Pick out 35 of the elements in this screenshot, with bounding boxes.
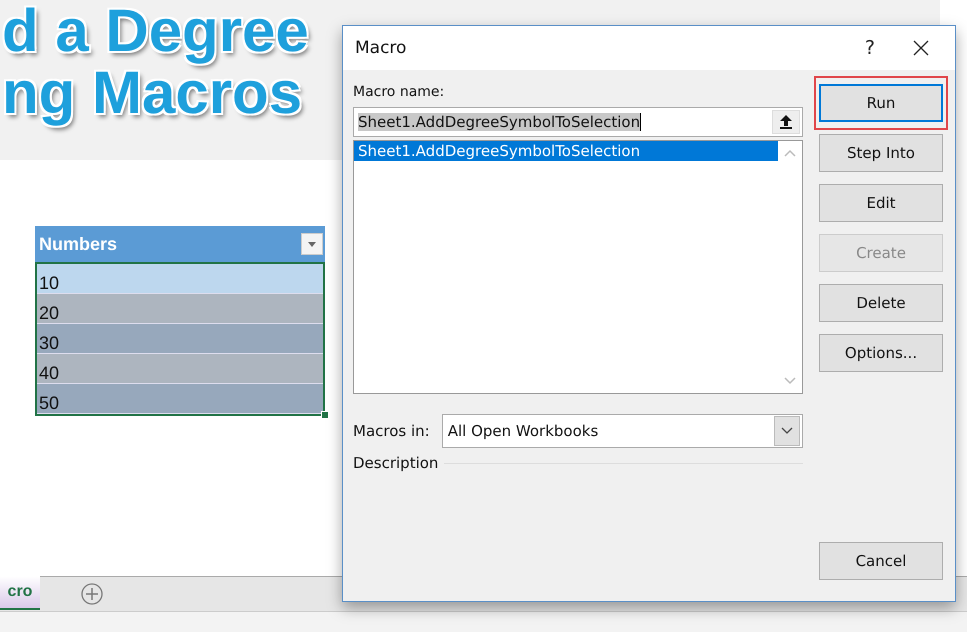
fill-handle[interactable] <box>321 411 329 419</box>
chevron-down-icon <box>781 427 793 435</box>
scroll-down-icon[interactable] <box>784 377 796 385</box>
table-cell[interactable]: 50 <box>37 384 323 414</box>
help-button[interactable]: ? <box>864 37 875 59</box>
scroll-up-icon[interactable] <box>784 149 796 157</box>
table-cell[interactable]: 40 <box>37 354 323 384</box>
table-cell[interactable]: 30 <box>37 324 323 354</box>
field-label: Macros in: <box>353 422 430 440</box>
banner-title: d a Degree <box>2 0 309 62</box>
up-arrow-icon <box>780 115 792 129</box>
cancel-button[interactable]: Cancel <box>819 542 943 580</box>
field-label: Macro name: <box>353 84 446 100</box>
add-sheet-icon[interactable] <box>81 583 103 605</box>
section-label: Description <box>353 454 438 472</box>
dialog-button[interactable]: Edit <box>819 184 943 222</box>
table-cell[interactable]: 20 <box>37 294 323 324</box>
sheet-tab[interactable]: cro <box>0 576 40 610</box>
dropdown-icon <box>308 242 316 246</box>
dialog-button[interactable]: Step Into <box>819 134 943 172</box>
dropdown-button[interactable] <box>774 416 800 446</box>
field-value: Sheet1.AddDegreeSymbolToSelection <box>358 113 642 131</box>
macros-in-dropdown[interactable]: All Open Workbooks <box>442 414 803 448</box>
filter-button[interactable] <box>301 233 323 255</box>
macro-name-field[interactable]: Sheet1.AddDegreeSymbolToSelection <box>353 107 803 137</box>
close-icon[interactable] <box>913 40 929 56</box>
upload-button[interactable] <box>772 110 800 134</box>
list-item[interactable]: Sheet1.AddDegreeSymbolToSelection <box>354 141 778 161</box>
dropdown-value: All Open Workbooks <box>448 422 598 440</box>
dialog-button[interactable]: Delete <box>819 284 943 322</box>
column-header: Numbers <box>39 234 118 254</box>
table-cell[interactable]: 10 <box>37 264 323 294</box>
dialog-title: Macro <box>355 38 408 58</box>
dialog-button[interactable]: Run <box>819 84 943 122</box>
dialog-button[interactable]: Options... <box>819 334 943 372</box>
